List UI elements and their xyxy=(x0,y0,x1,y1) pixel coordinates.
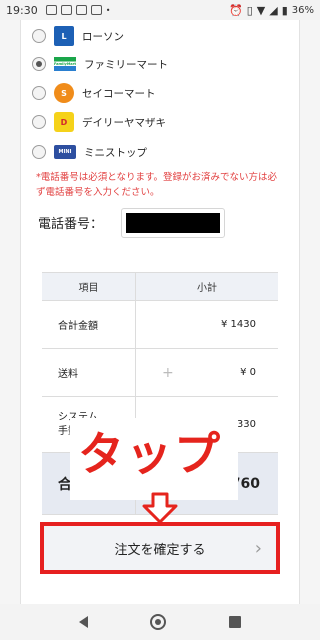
system-nav-bar xyxy=(0,604,320,640)
notification-icon xyxy=(90,5,102,15)
row-value: ¥ 0 xyxy=(240,367,256,378)
phone-label: 電話番号： xyxy=(38,217,104,232)
image-icon xyxy=(75,5,87,15)
store-option-dailyyamazaki[interactable]: D デイリーヤマザキ xyxy=(32,111,166,133)
table-row: 合計金額 ¥ 1430 xyxy=(42,301,278,349)
table-row: 送料 + ¥ 0 xyxy=(42,349,278,397)
radio-button[interactable] xyxy=(32,86,46,100)
phone-required-notice: *電話番号は必須となります。登録がお済みでない方は必ず電話番号を入力ください。 xyxy=(36,172,278,198)
store-option-ministop[interactable]: MINI ミニストップ xyxy=(32,141,147,163)
store-name: ファミリーマート xyxy=(84,58,168,71)
radio-button-selected[interactable] xyxy=(32,57,46,71)
header-subtotal: 小計 xyxy=(197,283,217,294)
row-value-cell: ¥ 1430 xyxy=(136,301,278,348)
battery-percent: 36% xyxy=(291,4,314,16)
battery-icon: ▮ xyxy=(281,3,288,17)
header-item: 項目 xyxy=(42,273,136,300)
ministop-logo-icon: MINI xyxy=(54,145,76,159)
store-name: デイリーヤマザキ xyxy=(82,116,166,129)
row-label: 送料 xyxy=(42,349,136,396)
status-right: ⏰ ▯ ▼ ◢ ▮ 36% xyxy=(229,4,314,17)
phone-input[interactable] xyxy=(121,208,225,238)
wifi-icon: ▼ xyxy=(256,3,266,17)
radio-button[interactable] xyxy=(32,145,46,159)
status-bar: 19:30 • ⏰ ▯ ▼ ◢ ▮ 36% xyxy=(0,0,320,20)
store-name: ミニストップ xyxy=(84,146,147,159)
confirm-order-button[interactable]: 注文を確定する › xyxy=(40,522,280,574)
home-icon[interactable] xyxy=(150,614,167,630)
page: L ローソン FamilyMart ファミリーマート S セイコーマート D デ… xyxy=(0,20,320,604)
notification-icon xyxy=(60,5,72,15)
lawson-logo-icon: L xyxy=(54,26,74,46)
table-header-row: 項目 小計 xyxy=(42,273,278,301)
store-name: セイコーマート xyxy=(82,87,156,100)
down-arrow-icon xyxy=(142,492,178,524)
familymart-logo-icon: FamilyMart xyxy=(54,57,76,71)
alarm-icon: ⏰ xyxy=(229,3,243,17)
vibrate-icon: ▯ xyxy=(246,3,253,17)
dailyyamazaki-logo-icon: D xyxy=(54,112,74,132)
status-time: 19:30 xyxy=(6,3,38,17)
back-icon[interactable] xyxy=(79,616,89,628)
row-value: ¥ 1430 xyxy=(221,319,256,330)
row-label: 合計金額 xyxy=(42,301,136,348)
seicomart-logo-icon: S xyxy=(54,83,74,103)
store-option-familymart[interactable]: FamilyMart ファミリーマート xyxy=(32,53,168,75)
notification-icon xyxy=(45,5,57,15)
radio-button[interactable] xyxy=(32,29,46,43)
recent-apps-icon[interactable] xyxy=(228,616,241,628)
redacted-phone-value xyxy=(126,213,220,233)
row-value-cell: + ¥ 0 xyxy=(136,349,278,396)
store-name: ローソン xyxy=(82,30,124,43)
dot-icon: • xyxy=(105,5,111,15)
radio-button[interactable] xyxy=(32,115,46,129)
plus-icon: + xyxy=(162,364,174,381)
signal-icon: ◢ xyxy=(269,3,278,17)
store-option-lawson[interactable]: L ローソン xyxy=(32,25,124,47)
chevron-right-icon: › xyxy=(254,538,262,559)
store-option-seicomart[interactable]: S セイコーマート xyxy=(32,82,156,104)
confirm-order-label: 注文を確定する xyxy=(114,542,206,558)
tap-annotation-text: タップ xyxy=(78,427,222,481)
